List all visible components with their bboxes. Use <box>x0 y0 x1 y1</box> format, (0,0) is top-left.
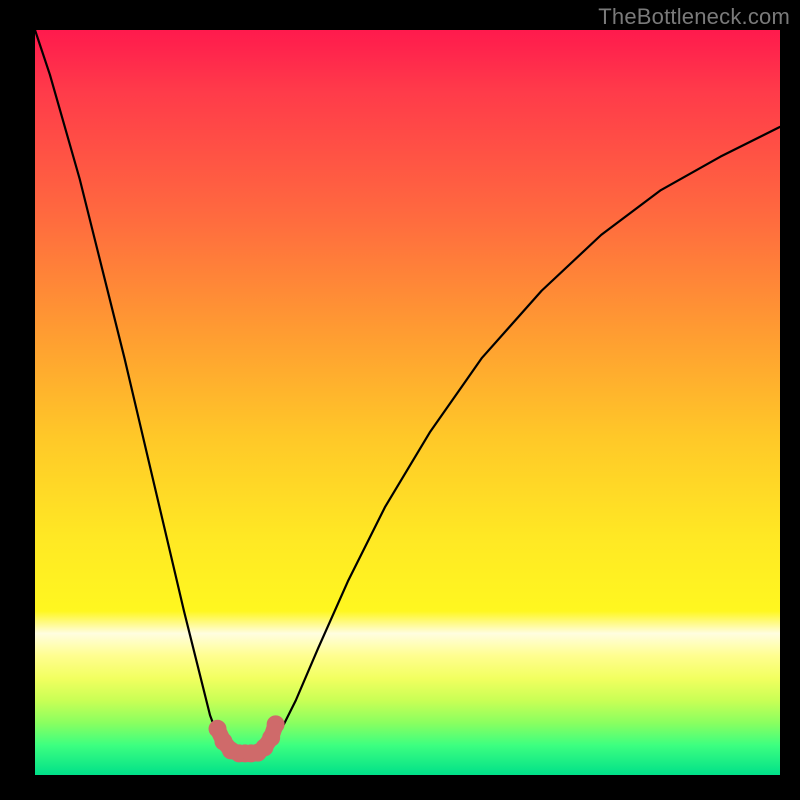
chart-frame: TheBottleneck.com <box>0 0 800 800</box>
curve-left-branch <box>35 30 236 753</box>
highlight-dot <box>267 715 285 733</box>
watermark-text: TheBottleneck.com <box>598 4 790 30</box>
curve-svg <box>35 30 780 775</box>
curve-right-branch <box>259 127 781 753</box>
plot-area <box>35 30 780 775</box>
